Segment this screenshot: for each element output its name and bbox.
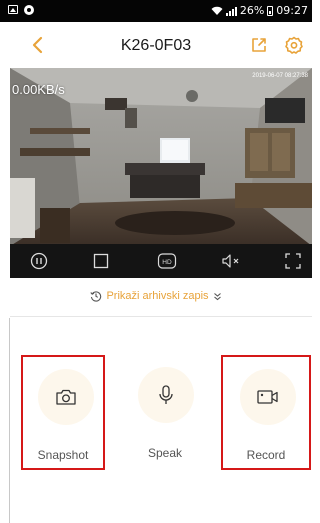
battery-icon bbox=[267, 5, 274, 16]
stop-icon[interactable] bbox=[92, 252, 110, 270]
battery-percent: 26% bbox=[239, 4, 265, 17]
hd-icon[interactable]: HD bbox=[157, 252, 177, 270]
signal-icon bbox=[225, 6, 237, 16]
speak-button[interactable]: Speak bbox=[123, 355, 207, 470]
status-bar-left bbox=[8, 5, 34, 15]
fullscreen-icon[interactable] bbox=[284, 252, 302, 270]
svg-text:HD: HD bbox=[162, 259, 172, 266]
snapshot-icon-circle bbox=[38, 369, 94, 425]
record-button[interactable]: Record bbox=[221, 355, 311, 470]
wifi-icon bbox=[211, 6, 223, 15]
video-timestamp: 2019-06-07 08:27:38 bbox=[252, 73, 308, 79]
microphone-icon bbox=[159, 385, 173, 404]
clock: 09:27 bbox=[276, 4, 308, 17]
mute-icon[interactable] bbox=[220, 252, 242, 270]
snapshot-button[interactable]: Snapshot bbox=[21, 355, 105, 470]
video-control-bar: HD bbox=[10, 244, 312, 278]
record-label: Record bbox=[246, 448, 286, 462]
left-edge-rule bbox=[9, 318, 10, 523]
camera-video-feed[interactable]: 0.00KB/s 2019-06-07 08:27:38 bbox=[10, 68, 312, 246]
speak-icon-circle bbox=[138, 367, 194, 423]
app-notification-icon bbox=[24, 5, 34, 15]
record-icon-circle bbox=[240, 369, 296, 425]
camera-icon bbox=[56, 389, 76, 405]
archive-link-label: Prikaži arhivski zapis bbox=[106, 290, 209, 302]
archive-link[interactable]: Prikaži arhivski zapis bbox=[90, 290, 221, 302]
pause-icon[interactable] bbox=[30, 252, 48, 270]
bitrate-readout: 0.00KB/s bbox=[12, 82, 65, 97]
share-icon[interactable] bbox=[250, 36, 268, 54]
video-camera-icon bbox=[257, 390, 278, 404]
status-bar: 26% 09:27 bbox=[0, 0, 312, 22]
settings-icon[interactable] bbox=[285, 36, 303, 54]
app-header: K26-0F03 bbox=[0, 22, 312, 68]
history-icon bbox=[90, 291, 102, 302]
snapshot-label: Snapshot bbox=[37, 448, 89, 462]
double-chevron-down-icon bbox=[213, 292, 221, 300]
speak-label: Speak bbox=[147, 446, 183, 460]
gallery-notification-icon bbox=[8, 5, 18, 14]
archive-link-row: Prikaži arhivski zapis bbox=[0, 290, 312, 306]
section-divider bbox=[10, 316, 312, 317]
status-bar-right: 26% 09:27 bbox=[211, 4, 308, 17]
